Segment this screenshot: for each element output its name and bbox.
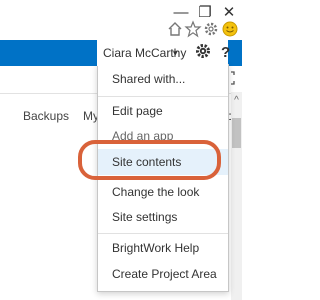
help-button[interactable]: ? — [221, 44, 230, 61]
menu-item-brightwork-help[interactable]: BrightWork Help — [98, 235, 228, 261]
settings-gear-icon[interactable] — [202, 20, 220, 38]
menu-divider — [98, 96, 228, 97]
menu-item-edit-page[interactable]: Edit page — [98, 98, 228, 124]
nav-link-backups[interactable]: Backups — [23, 109, 69, 123]
menu-divider — [98, 233, 228, 234]
menu-item-shared-with[interactable]: Shared with... — [98, 66, 228, 92]
menu-item-site-settings[interactable]: Site settings — [98, 204, 228, 230]
menu-item-create-project-area[interactable]: Create Project Area — [98, 261, 228, 287]
smiley-icon[interactable] — [221, 20, 239, 38]
scrollbar-thumb[interactable] — [232, 118, 241, 148]
star-icon[interactable] — [184, 20, 202, 38]
scroll-up-arrow[interactable]: ^ — [231, 95, 242, 106]
highlight-callout — [78, 140, 221, 180]
menu-item-change-the-look[interactable]: Change the look — [98, 179, 228, 205]
user-caret-icon: ▾ — [173, 48, 178, 58]
site-settings-gear-icon[interactable] — [194, 42, 212, 60]
home-icon[interactable] — [166, 20, 184, 38]
